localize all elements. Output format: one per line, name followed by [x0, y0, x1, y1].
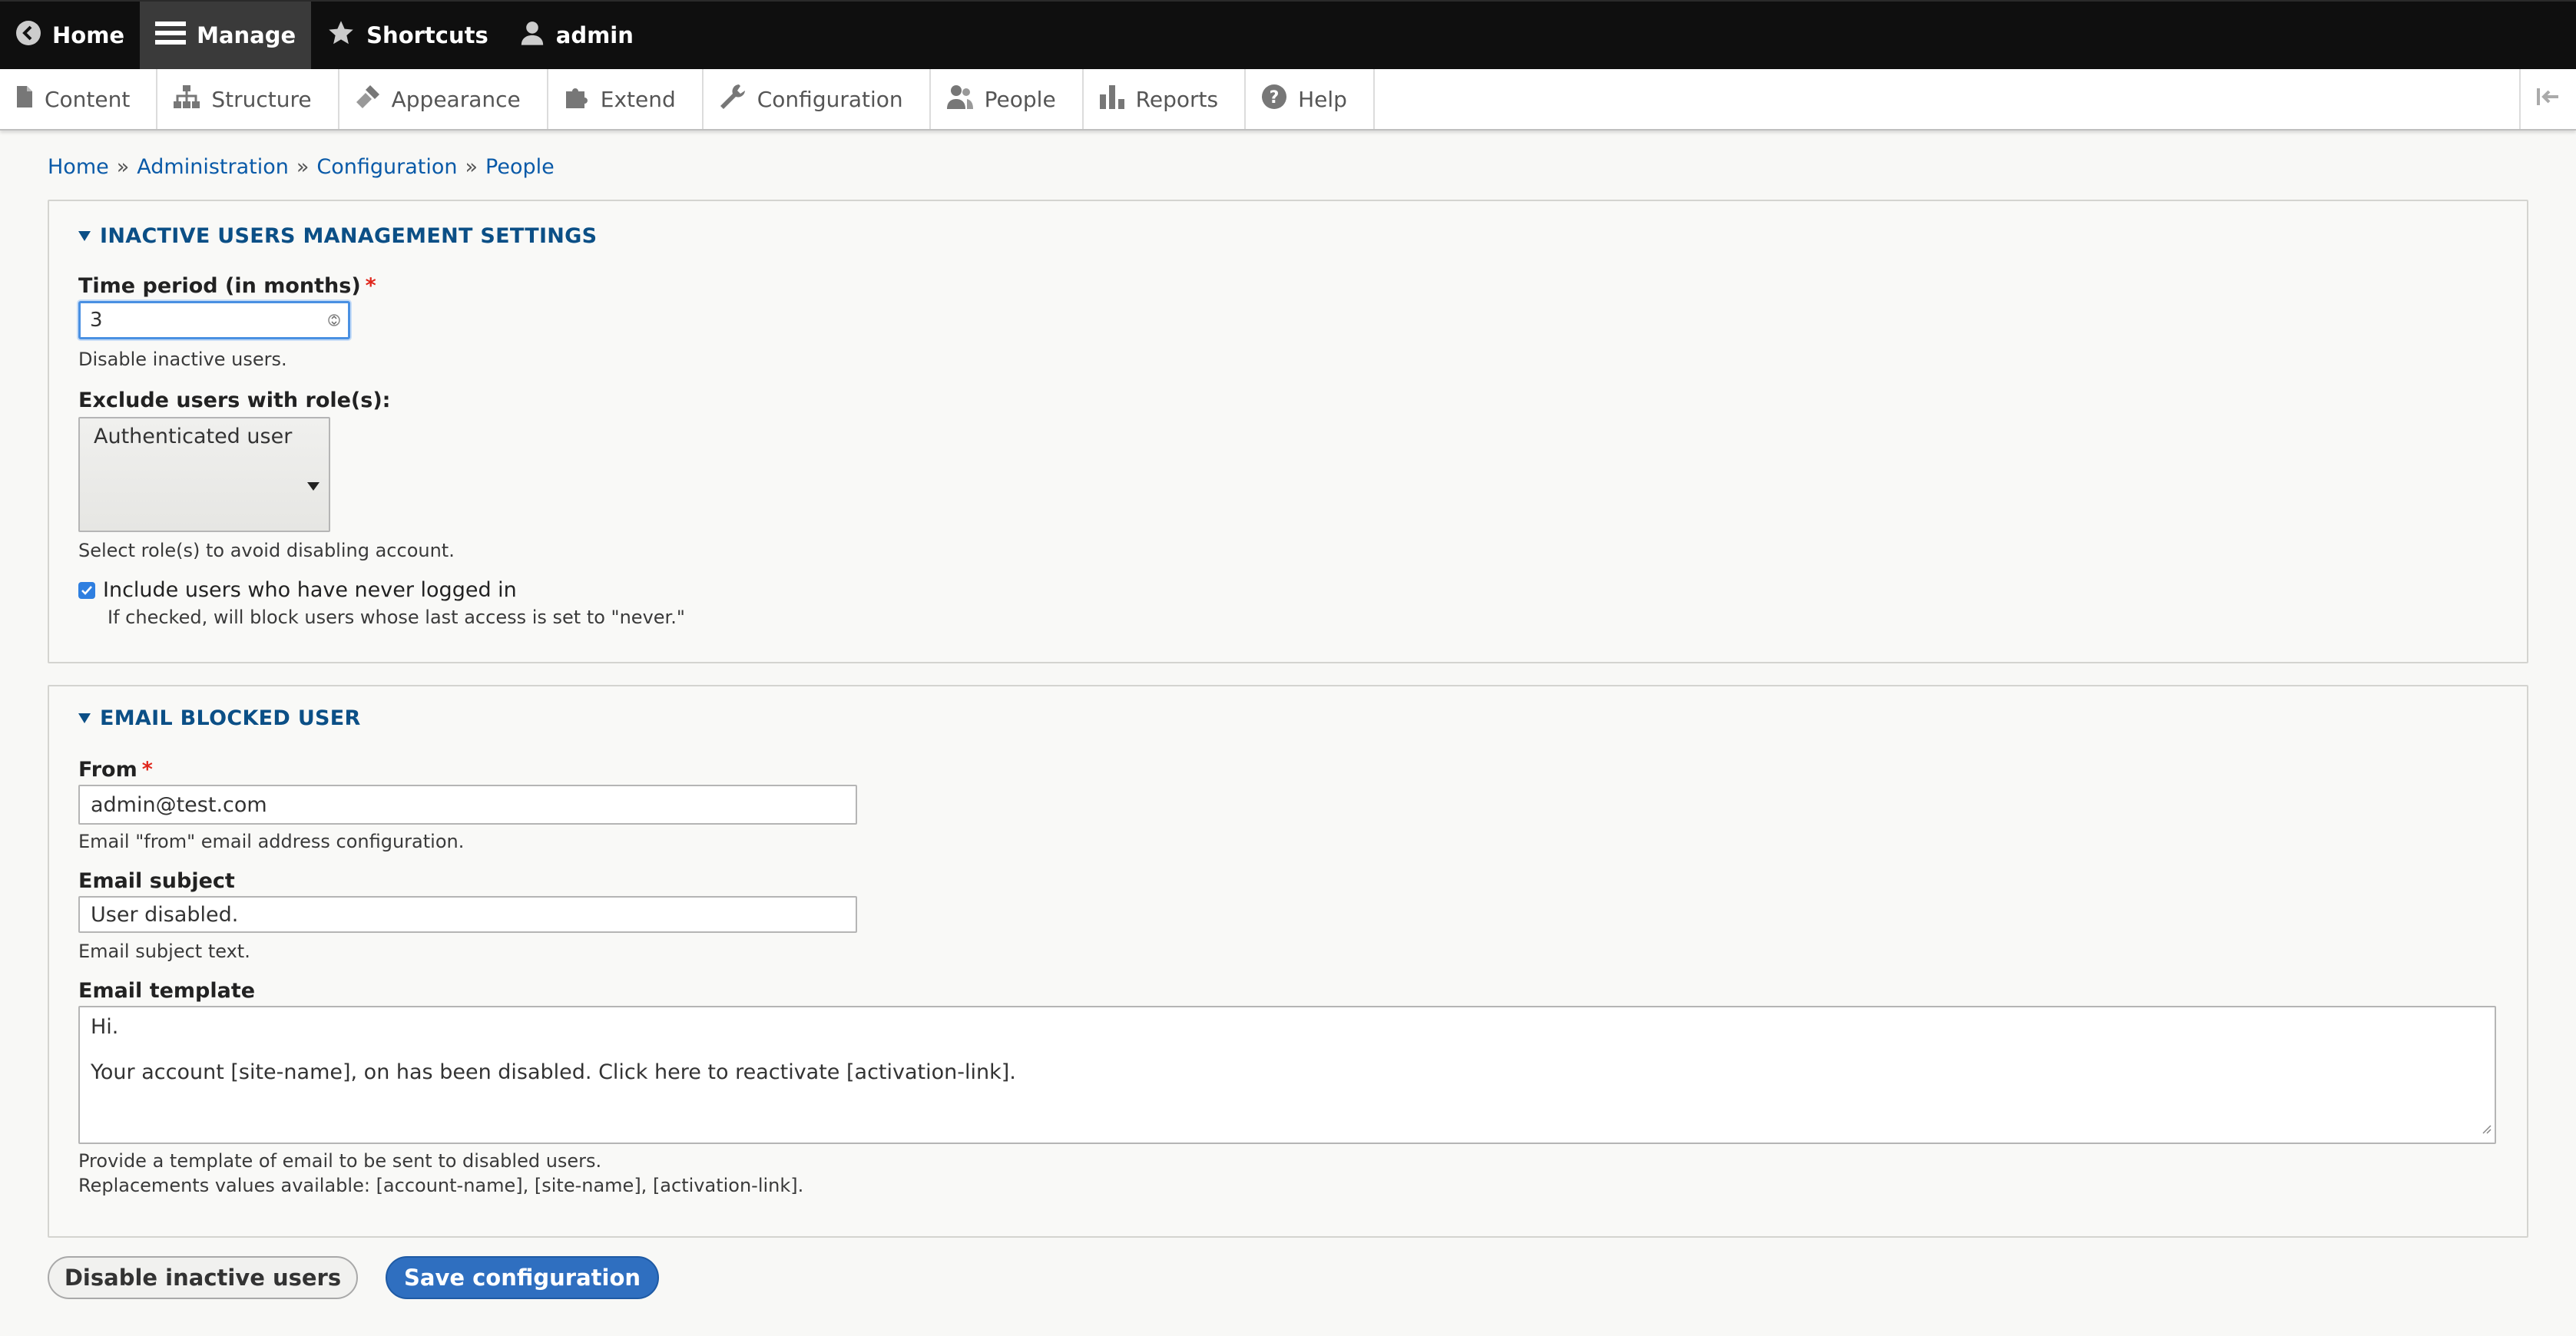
time-period-description: Disable inactive users. [78, 349, 2498, 370]
breadcrumb-separator: » [117, 155, 130, 179]
exclude-roles-description: Select role(s) to avoid disabling accoun… [78, 540, 2498, 561]
email-template-label: Email template [78, 979, 2498, 1003]
exclude-roles-label: Exclude users with role(s): [78, 389, 2498, 412]
tray-item-configuration[interactable]: Configuration [704, 69, 931, 129]
toolbar-manage-label: Manage [197, 22, 296, 48]
number-spinner-icon[interactable] [328, 310, 340, 330]
breadcrumb: Home»Administration»Configuration»People [48, 131, 2528, 200]
tray-item-label: Help [1298, 87, 1347, 112]
brush-icon [355, 84, 381, 115]
toolbar-home[interactable]: Home [0, 2, 140, 69]
email-subject-input[interactable]: User disabled. [78, 896, 857, 933]
toolbar-shortcuts-label: Shortcuts [366, 22, 488, 48]
breadcrumb-separator: » [296, 155, 310, 179]
bar-chart-icon [1099, 84, 1125, 115]
star-icon [326, 19, 356, 52]
tray-item-appearance[interactable]: Appearance [339, 69, 548, 129]
email-subject-description: Email subject text. [78, 941, 2498, 962]
resize-grip-icon[interactable] [2481, 1116, 2492, 1139]
toolbar-shortcuts[interactable]: Shortcuts [311, 2, 504, 69]
never-logged-in-label: Include users who have never logged in [103, 578, 517, 602]
main-content: Home»Administration»Configuration»People… [0, 131, 2576, 1299]
user-icon [519, 19, 545, 52]
disable-inactive-users-button[interactable]: Disable inactive users [48, 1256, 358, 1299]
tray-item-label: Appearance [392, 87, 521, 112]
breadcrumb-home[interactable]: Home [48, 155, 109, 179]
tray-item-label: Structure [211, 87, 311, 112]
email-blocked-legend[interactable]: EMAIL BLOCKED USER [78, 706, 2498, 730]
inactive-users-legend-text: INACTIVE USERS MANAGEMENT SETTINGS [100, 224, 597, 248]
time-period-value: 3 [90, 309, 103, 332]
breadcrumb-separator: » [465, 155, 478, 179]
from-input[interactable]: admin@test.com [78, 785, 857, 825]
never-logged-in-description: If checked, will block users whose last … [108, 607, 2498, 628]
inactive-users-legend[interactable]: INACTIVE USERS MANAGEMENT SETTINGS [78, 224, 2498, 248]
email-template-textarea[interactable]: Hi. Your account [site-name], on has bee… [78, 1006, 2496, 1144]
collapse-triangle-icon [78, 713, 91, 723]
tray-item-label: Configuration [757, 87, 903, 112]
svg-text:?: ? [1270, 88, 1280, 107]
sitemap-icon [173, 84, 200, 114]
file-icon [15, 85, 34, 114]
time-period-label-text: Time period (in months) [78, 274, 361, 298]
collapse-left-icon [2535, 87, 2561, 112]
from-label: From* [78, 758, 2498, 782]
toolbar-user[interactable]: admin [504, 2, 649, 69]
email-template-description: Provide a template of email to be sent t… [78, 1150, 2498, 1172]
tray-item-label: Content [45, 87, 130, 112]
tray-item-content[interactable]: Content [0, 69, 157, 129]
admin-toolbar: Home Manage Shortcuts admin [0, 0, 2576, 69]
from-description: Email "from" email address configuration… [78, 831, 2498, 852]
exclude-roles-select[interactable]: Authenticated user [78, 417, 330, 532]
email-subject-label: Email subject [78, 869, 2498, 893]
toolbar-home-label: Home [52, 22, 124, 48]
tray-orientation-toggle[interactable] [2519, 69, 2576, 129]
tray-item-reports[interactable]: Reports [1084, 69, 1246, 129]
tray-item-structure[interactable]: Structure [157, 69, 339, 129]
breadcrumb-people[interactable]: People [485, 155, 555, 179]
back-arrow-icon [15, 20, 41, 51]
toolbar-manage[interactable]: Manage [140, 2, 311, 69]
puzzle-icon [564, 84, 590, 115]
breadcrumb-configuration[interactable]: Configuration [316, 155, 457, 179]
tray-item-label: People [985, 87, 1056, 112]
tray-item-label: Extend [601, 87, 676, 112]
checkmark-icon [81, 585, 93, 596]
email-subject-value: User disabled. [91, 903, 238, 927]
tray-item-label: Reports [1136, 87, 1218, 112]
help-icon: ? [1261, 84, 1287, 115]
breadcrumb-administration[interactable]: Administration [137, 155, 289, 179]
admin-menu-tray: Content Structure Appearance Extend Conf… [0, 69, 2576, 131]
from-value: admin@test.com [91, 793, 267, 817]
never-logged-in-row[interactable]: Include users who have never logged in [78, 578, 2498, 602]
collapse-triangle-icon [78, 231, 91, 241]
email-template-line: Your account [site-name], on has been di… [91, 1060, 2484, 1084]
toolbar-user-label: admin [556, 22, 634, 48]
inactive-users-fieldset: INACTIVE USERS MANAGEMENT SETTINGS Time … [48, 200, 2528, 663]
save-configuration-button[interactable]: Save configuration [386, 1256, 659, 1299]
time-period-label: Time period (in months)* [78, 274, 2498, 298]
email-template-replacements: Replacements values available: [account-… [78, 1175, 2498, 1196]
email-blocked-user-fieldset: EMAIL BLOCKED USER From* admin@test.com … [48, 685, 2528, 1238]
people-icon [946, 84, 974, 115]
tray-item-help[interactable]: ? Help [1246, 69, 1375, 129]
tray-item-people[interactable]: People [931, 69, 1084, 129]
tray-item-extend[interactable]: Extend [548, 69, 704, 129]
hamburger-icon [155, 20, 186, 51]
form-actions: Disable inactive users Save configuratio… [48, 1256, 2528, 1299]
from-label-text: From [78, 758, 137, 782]
email-blocked-legend-text: EMAIL BLOCKED USER [100, 706, 361, 730]
time-period-input[interactable]: 3 [78, 301, 350, 339]
never-logged-in-checkbox[interactable] [78, 582, 95, 599]
email-template-line: Hi. [91, 1015, 2484, 1039]
required-marker: * [366, 274, 376, 298]
dropdown-caret-icon [307, 482, 320, 491]
required-marker: * [142, 758, 153, 782]
wrench-icon [719, 83, 747, 116]
exclude-roles-option[interactable]: Authenticated user [94, 425, 292, 448]
